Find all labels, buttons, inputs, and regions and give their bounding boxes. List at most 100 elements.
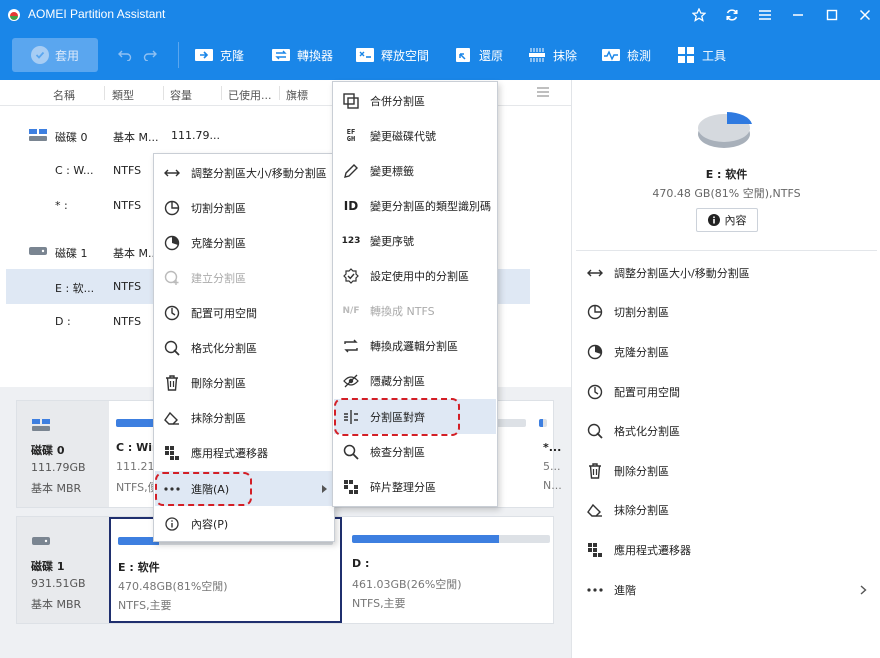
highlight-align: [334, 398, 460, 436]
apply-button[interactable]: 套用: [12, 38, 98, 72]
check-icon: [30, 46, 49, 64]
col-used[interactable]: 已使用...: [228, 87, 272, 103]
disk-icon: [29, 129, 47, 141]
toolbar-restore[interactable]: 還原: [453, 44, 503, 66]
column-settings-icon[interactable]: [536, 86, 550, 101]
rp-app-migrator[interactable]: 應用程式遷移器: [586, 540, 871, 560]
split-icon: [163, 199, 181, 217]
col-flag[interactable]: 旗標: [286, 87, 308, 103]
pencil-icon: [342, 162, 360, 180]
rp-delete[interactable]: 刪除分割區: [586, 461, 871, 481]
minimize-icon[interactable]: [787, 5, 809, 25]
info-icon: [707, 214, 720, 226]
resize-icon: [163, 164, 181, 182]
advanced-submenu: 合併分割區 EF GH 變更磁碟代號 變更標籤 ID 變更分割區的類型識別碼 12…: [332, 81, 498, 507]
menu-change-serial[interactable]: 123 變更序號: [334, 223, 496, 258]
menu-wipe[interactable]: 抹除分割區: [155, 400, 333, 435]
converter-icon: [271, 46, 291, 64]
restore-icon: [453, 46, 473, 64]
chevron-right-icon: [860, 585, 867, 595]
menu-resize[interactable]: 調整分割區大小/移動分割區: [155, 155, 333, 190]
col-type[interactable]: 類型: [112, 87, 134, 103]
menu-icon[interactable]: [754, 5, 776, 25]
highlight-advanced: [155, 472, 252, 506]
serial-number-icon: 123: [341, 235, 361, 246]
menu-split[interactable]: 切割分割區: [155, 190, 333, 225]
refresh-icon[interactable]: [721, 5, 743, 25]
redo-icon[interactable]: [143, 44, 157, 66]
col-capacity[interactable]: 容量: [170, 87, 192, 103]
convert-arrows-icon: [342, 337, 360, 355]
toolbar-converter[interactable]: 轉換器: [271, 44, 333, 66]
partition-details-panel: E : 软件 470.48 GB(81% 空閒),NTFS 內容 調整分割區大小…: [571, 80, 880, 658]
info-icon: [163, 515, 181, 533]
clone-partition-icon: [586, 343, 604, 361]
more-icon: [586, 581, 604, 599]
toolbar-tools[interactable]: 工具: [676, 44, 726, 66]
star-icon[interactable]: [688, 5, 710, 25]
format-icon: [163, 339, 181, 357]
menu-properties[interactable]: 內容(P): [155, 506, 333, 541]
menu-change-label[interactable]: 變更標籤: [334, 153, 496, 188]
allocate-icon: [163, 304, 181, 322]
menu-change-letter[interactable]: EF GH 變更磁碟代號: [334, 118, 496, 153]
menu-delete[interactable]: 刪除分割區: [155, 365, 333, 400]
wipe-icon: [527, 46, 547, 64]
rp-resize[interactable]: 調整分割區大小/移動分割區: [586, 263, 871, 283]
defrag-icon: [342, 478, 360, 496]
submenu-arrow-icon: [322, 485, 327, 493]
merge-icon: [342, 92, 360, 110]
app-title: AOMEI Partition Assistant: [28, 7, 166, 21]
col-name[interactable]: 名稱: [53, 87, 75, 103]
undo-icon[interactable]: [118, 44, 132, 66]
eraser-icon: [163, 409, 181, 427]
rp-clone[interactable]: 克隆分割區: [586, 342, 871, 362]
split-icon: [586, 303, 604, 321]
toolbar-wipe[interactable]: 抹除: [527, 44, 577, 66]
menu-merge[interactable]: 合併分割區: [334, 83, 496, 118]
menu-allocate[interactable]: 配置可用空間: [155, 295, 333, 330]
eraser-icon: [586, 501, 604, 519]
disk-icon: [29, 247, 47, 255]
disk-icon: [32, 419, 50, 431]
format-icon: [586, 422, 604, 440]
disk-icon: [32, 537, 50, 545]
menu-clone[interactable]: 克隆分割區: [155, 225, 333, 260]
trash-icon: [586, 462, 604, 480]
rp-allocate[interactable]: 配置可用空間: [586, 382, 871, 402]
menu-check-partition[interactable]: 檢查分割區: [334, 434, 496, 469]
menu-set-active[interactable]: 設定使用中的分割區: [334, 258, 496, 293]
maximize-icon[interactable]: [821, 5, 843, 25]
menu-convert-logical[interactable]: 轉換成邏輯分割區: [334, 328, 496, 363]
pulse-icon: [601, 46, 621, 64]
close-icon[interactable]: [854, 5, 876, 25]
partition-d[interactable]: D : 461.03GB(26%空閒) NTFS,主要: [345, 517, 553, 623]
rp-split[interactable]: 切割分割區: [586, 302, 871, 322]
menu-create: 建立分割區: [155, 260, 333, 295]
rp-wipe[interactable]: 抹除分割區: [586, 500, 871, 520]
toolbar-check[interactable]: 檢測: [601, 44, 651, 66]
partition-star[interactable]: *... 5... N...: [535, 401, 562, 507]
rp-advanced[interactable]: 進階: [586, 580, 871, 600]
allocate-icon: [586, 383, 604, 401]
properties-button[interactable]: 內容: [696, 208, 758, 232]
menu-app-migrator[interactable]: 應用程式遷移器: [155, 435, 333, 470]
id-icon: ID: [343, 198, 359, 213]
convert-ntfs-icon: N/F: [342, 305, 360, 316]
disk-info: 磁碟 0 111.79GB 基本 MBR: [17, 401, 109, 507]
menu-defrag[interactable]: 碎片整理分區: [334, 469, 496, 504]
partition-pie-icon: [698, 112, 752, 148]
main-toolbar: 套用 克隆 轉換器 釋放空間 還原 抹除 檢測 工具: [0, 30, 880, 80]
menu-format[interactable]: 格式化分割區: [155, 330, 333, 365]
toolbar-free-space[interactable]: 釋放空間: [355, 44, 429, 66]
create-partition-icon: [163, 269, 181, 287]
menu-convert-ntfs: N/F 轉換成 NTFS: [334, 293, 496, 328]
menu-change-type-id[interactable]: ID 變更分割區的類型識別碼: [334, 188, 496, 223]
free-space-icon: [355, 46, 375, 64]
search-icon: [342, 443, 360, 461]
toolbar-clone[interactable]: 克隆: [194, 44, 244, 66]
rp-format[interactable]: 格式化分割區: [586, 421, 871, 441]
disk-info: 磁碟 1 931.51GB 基本 MBR: [17, 517, 109, 623]
menu-hide[interactable]: 隱藏分割區: [334, 363, 496, 398]
resize-icon: [586, 264, 604, 282]
